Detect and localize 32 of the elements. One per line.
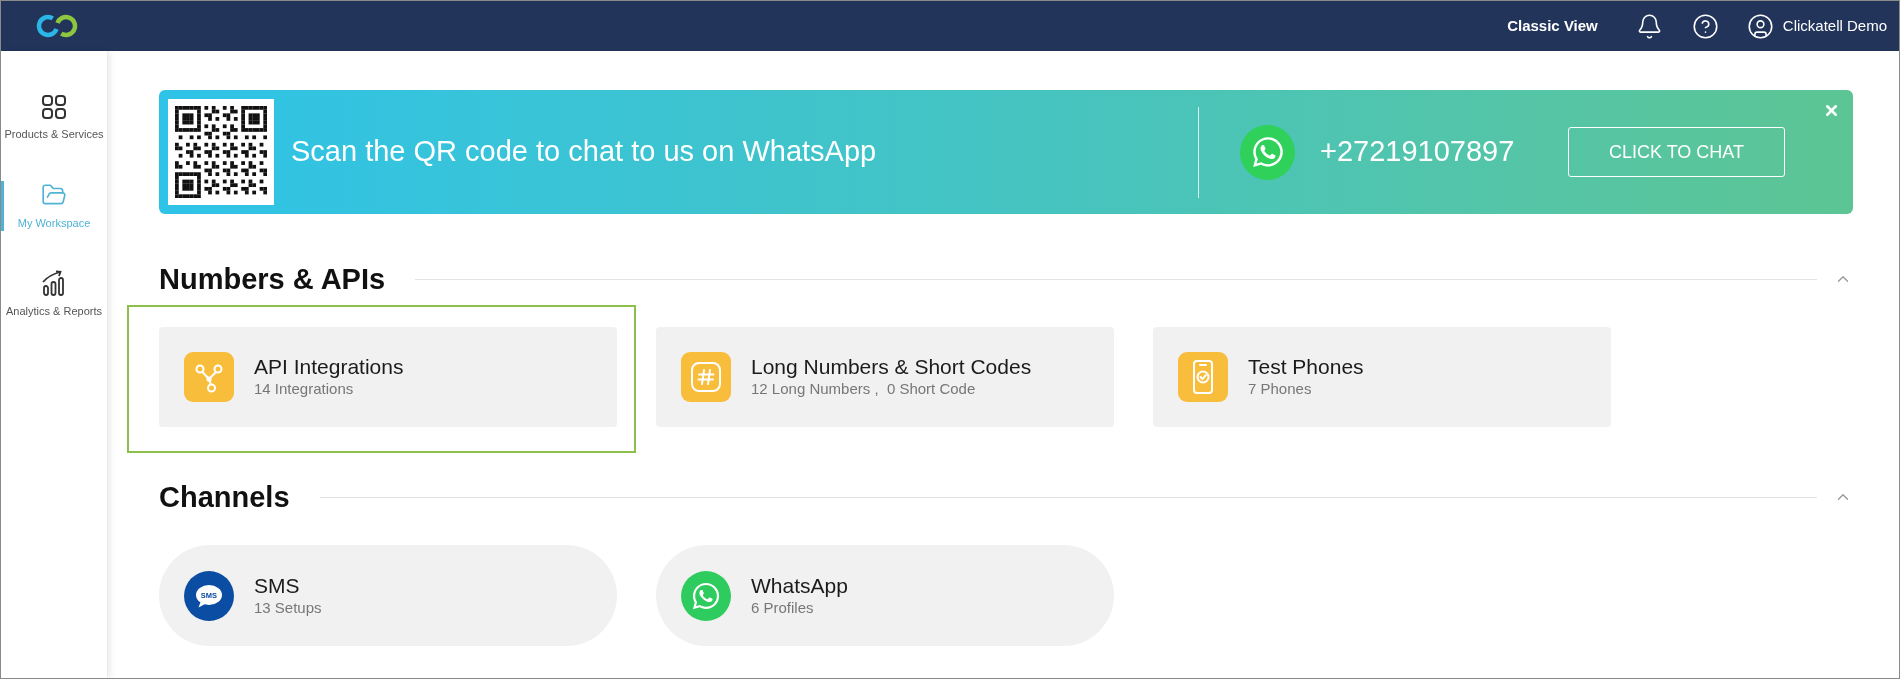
rings-logo-icon[interactable] [36, 14, 78, 38]
card-title: WhatsApp [751, 573, 848, 598]
card-subtitle: 6 Profiles [751, 597, 815, 618]
phone-check-icon [1178, 352, 1228, 402]
phone-bubble-icon [681, 570, 731, 621]
classic-view-link[interactable]: Classic View [1507, 14, 1598, 38]
card-title: API Integrations [254, 355, 404, 379]
user-name[interactable]: Clickatell Demo [1782, 14, 1887, 38]
channel-card[interactable]: WhatsApp 6 Profiles [656, 545, 1114, 646]
section-title: Channels [159, 480, 290, 515]
card-subtitle: 14 Integrations [254, 379, 355, 399]
hash-icon [681, 352, 731, 402]
card-subtitle: 13 Setups [254, 597, 322, 618]
bar-chart-icon [42, 270, 66, 296]
sidebar-item[interactable]: Products & Services [1, 74, 107, 162]
card-title: SMS [254, 573, 301, 598]
card-title: Long Numbers & Short Codes [751, 355, 1032, 379]
card-title: Test Phones [1248, 355, 1364, 379]
category-card[interactable]: Long Numbers & Short Codes 12 Long Numbers , 0 Short Code [656, 327, 1114, 427]
grid-icon [42, 95, 66, 119]
phone-bubble-icon [1240, 124, 1295, 180]
user-avatar-icon[interactable] [1746, 12, 1774, 40]
network-nodes-icon [184, 352, 234, 402]
section-title: Numbers & APIs [159, 262, 386, 297]
help-icon[interactable] [1691, 12, 1719, 40]
category-card[interactable]: Test Phones 7 Phones [1153, 327, 1611, 427]
card-subtitle: 7 Phones [1248, 379, 1313, 399]
sidebar-item[interactable]: Analytics & Reports [1, 250, 107, 338]
phone-number: +27219107897 [1320, 134, 1515, 170]
card-subtitle: 12 Long Numbers , 0 Short Code [751, 379, 977, 399]
category-card[interactable]: API Integrations 14 Integrations [159, 327, 617, 427]
banner-message: Scan the QR code to chat to us on WhatsApp [291, 134, 877, 170]
